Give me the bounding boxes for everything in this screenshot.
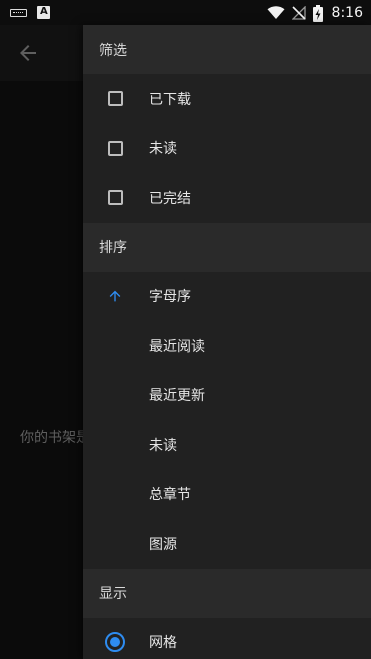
sort-item-alphabetical[interactable]: 字母序	[83, 272, 371, 322]
filter-item-completed[interactable]: 已完结	[83, 173, 371, 223]
display-item-grid[interactable]: 网格	[83, 618, 371, 659]
filter-item-downloaded[interactable]: 已下载	[83, 74, 371, 124]
filter-sort-drawer: 筛选 已下载 未读 已完结 排序 字母序 最近阅读 最近更新 未读 总章节 图源…	[83, 25, 371, 659]
sort-item-label: 最近阅读	[149, 338, 205, 355]
filter-item-label: 已完结	[149, 190, 191, 207]
sort-item-unread[interactable]: 未读	[83, 420, 371, 470]
sort-item-last-read[interactable]: 最近阅读	[83, 321, 371, 371]
status-bar: 8:16	[0, 0, 371, 25]
display-header-label: 显示	[99, 586, 127, 602]
filter-item-unread[interactable]: 未读	[83, 124, 371, 174]
status-time: 8:16	[331, 5, 363, 21]
sort-item-label: 总章节	[149, 487, 191, 504]
wifi-icon	[267, 6, 285, 19]
radio-selected-icon[interactable]	[105, 632, 125, 653]
keyboard-icon	[10, 9, 27, 17]
arrow-up-icon	[105, 286, 125, 306]
sort-item-label: 最近更新	[149, 388, 205, 405]
sort-item-label: 字母序	[149, 289, 191, 306]
sort-section-header: 排序	[83, 222, 371, 272]
display-item-label: 网格	[149, 635, 177, 652]
a-notification-icon	[37, 6, 50, 19]
no-signal-icon	[291, 6, 306, 20]
sort-item-label: 图源	[149, 536, 177, 553]
screen: 8:16 你的书架是 筛选 已下载 未读 已完结 排序	[0, 0, 371, 659]
sort-item-last-updated[interactable]: 最近更新	[83, 371, 371, 421]
sort-item-source[interactable]: 图源	[83, 519, 371, 569]
arrow-left-icon[interactable]	[16, 41, 40, 65]
checkbox-icon[interactable]	[105, 188, 125, 208]
sort-item-total-chapters[interactable]: 总章节	[83, 470, 371, 520]
sort-header-label: 排序	[99, 240, 127, 256]
battery-charging-icon	[312, 4, 323, 22]
checkbox-icon[interactable]	[105, 89, 125, 109]
filter-section-header: 筛选	[83, 25, 371, 74]
checkbox-icon[interactable]	[105, 138, 125, 158]
empty-library-text: 你的书架是	[20, 430, 90, 446]
filter-item-label: 已下载	[149, 91, 191, 108]
filter-item-label: 未读	[149, 141, 177, 158]
status-right-group: 8:16	[267, 3, 363, 23]
display-section-header: 显示	[83, 568, 371, 618]
sort-item-label: 未读	[149, 437, 177, 454]
filter-header-label: 筛选	[99, 42, 127, 59]
